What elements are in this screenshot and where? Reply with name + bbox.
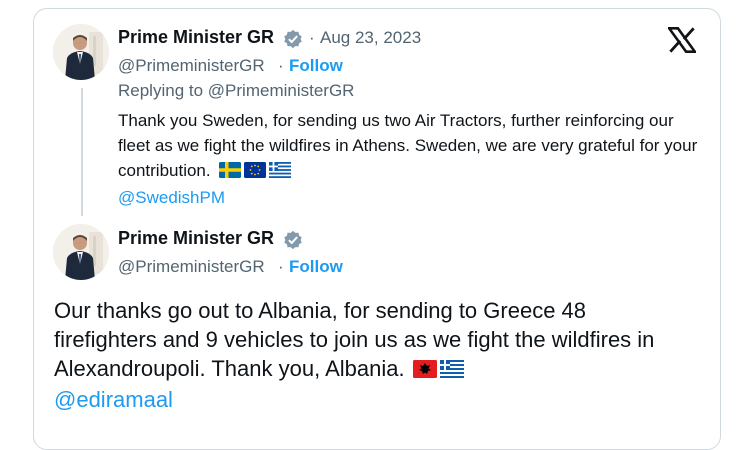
x-logo-icon[interactable] — [668, 27, 696, 53]
avatar[interactable] — [53, 24, 109, 80]
replying-to: Replying to @PrimeministerGR — [118, 81, 354, 101]
greece-flag-icon — [439, 356, 464, 385]
separator: · — [278, 257, 284, 276]
display-name[interactable]: Prime Minister GR — [118, 27, 274, 48]
mention-link[interactable]: @SwedishPM — [118, 188, 225, 207]
tweet-date[interactable]: Aug 23, 2023 — [320, 28, 421, 48]
thread-line — [81, 88, 83, 216]
separator: · — [278, 56, 284, 75]
handle[interactable]: @PrimeministerGR — [118, 56, 265, 76]
sweden-flag-icon — [218, 160, 241, 185]
eu-flag-icon — [243, 160, 266, 185]
tweet-text: Our thanks go out to Albania, for sendin… — [54, 296, 694, 414]
replying-to-label: Replying to — [118, 81, 204, 100]
tweet-body: Our thanks go out to Albania, for sendin… — [54, 298, 655, 381]
handle[interactable]: @PrimeministerGR — [118, 257, 265, 277]
follow-button[interactable]: Follow — [289, 56, 343, 76]
verified-badge-icon — [284, 230, 302, 250]
greece-flag-icon — [268, 160, 291, 185]
separator: · — [309, 28, 315, 47]
follow-button[interactable]: Follow — [289, 257, 343, 277]
replying-to-handle[interactable]: @PrimeministerGR — [208, 81, 355, 100]
albania-flag-icon — [412, 356, 437, 385]
display-name[interactable]: Prime Minister GR — [118, 228, 274, 249]
tweet-body: Thank you Sweden, for sending us two Air… — [118, 111, 698, 180]
mention-link[interactable]: @ediramaal — [54, 387, 173, 412]
tweet-text: Thank you Sweden, for sending us two Air… — [118, 108, 708, 210]
avatar[interactable] — [53, 224, 109, 280]
verified-badge-icon — [284, 29, 302, 49]
